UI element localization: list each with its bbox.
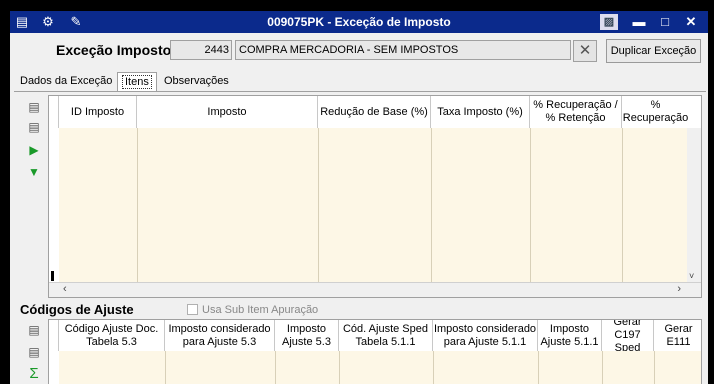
maximize-button[interactable]: □: [656, 14, 674, 30]
codigos-ajuste-title: Códigos de Ajuste: [20, 302, 134, 317]
column-header[interactable]: Cód. Ajuste Sped Tabela 5.1.1: [339, 320, 433, 351]
tab-dados-excecao[interactable]: Dados da Exceção: [16, 72, 116, 92]
clear-button[interactable]: ✕: [573, 40, 597, 62]
column-header[interactable]: Gerar C197 Sped: [602, 320, 654, 354]
usa-sub-item-label: Usa Sub Item Apuração: [202, 304, 319, 316]
excecao-imposto-label: Exceção Imposto: [56, 42, 172, 58]
column-header[interactable]: Imposto: [137, 96, 318, 128]
minimize-button[interactable]: ▬: [630, 14, 648, 30]
tab-itens-label: Itens: [122, 75, 152, 89]
column-header[interactable]: Taxa Imposto (%): [431, 96, 530, 128]
horizontal-scrollbar[interactable]: ‹ ›: [49, 282, 701, 297]
column-header[interactable]: ID Imposto: [59, 96, 137, 128]
add-row-icon[interactable]: ▤: [26, 99, 42, 115]
remove-row-icon[interactable]: ▤: [26, 344, 42, 360]
column-header[interactable]: % Recuperação: [622, 96, 689, 128]
tab-divider: [14, 91, 706, 92]
column-header[interactable]: Redução de Base (%): [318, 96, 431, 128]
download-icon[interactable]: ▼: [26, 164, 42, 180]
duplicate-button[interactable]: Duplicar Exceção: [606, 39, 701, 63]
close-icon: ✕: [578, 42, 592, 59]
scroll-left-icon[interactable]: ‹: [63, 283, 67, 295]
remove-row-icon[interactable]: ▤: [26, 119, 42, 135]
column-header[interactable]: Código Ajuste Doc. Tabela 5.3: [59, 320, 165, 351]
row-header-corner: [49, 96, 59, 128]
title-bar: ▤ ⚙ ✎ 009075PK - Exceção de Imposto ▨ ▬ …: [10, 11, 708, 33]
screen-border: [0, 0, 10, 384]
export-icon[interactable]: ▶: [26, 142, 42, 158]
ajuste-grid-body[interactable]: [59, 351, 701, 384]
column-header[interactable]: % Recuperação / % Retenção: [530, 96, 622, 128]
excecao-description-field[interactable]: COMPRA MERCADORIA - SEM IMPOSTOS: [235, 40, 571, 60]
ajuste-grid[interactable]: Código Ajuste Doc. Tabela 5.3 Imposto co…: [48, 319, 702, 384]
column-header[interactable]: Imposto considerado para Ajuste 5.3: [165, 320, 275, 351]
add-row-icon[interactable]: ▤: [26, 322, 42, 338]
scroll-down-icon[interactable]: ˅: [689, 271, 694, 281]
column-header[interactable]: Imposto Ajuste 5.1.1: [538, 320, 602, 351]
vertical-scrollbar[interactable]: ˅: [687, 128, 701, 283]
items-grid-header: ID Imposto Imposto Redução de Base (%) T…: [49, 96, 701, 129]
tab-itens[interactable]: Itens: [117, 72, 157, 92]
scroll-right-icon[interactable]: ›: [677, 283, 681, 295]
ajuste-grid-header: Código Ajuste Doc. Tabela 5.3 Imposto co…: [49, 320, 701, 354]
items-grid[interactable]: ID Imposto Imposto Redução de Base (%) T…: [48, 95, 702, 298]
screen-border: [708, 0, 714, 384]
screen-border: [0, 0, 714, 11]
column-header[interactable]: Imposto considerado para Ajuste 5.1.1: [433, 320, 538, 351]
close-button[interactable]: ✕: [682, 14, 700, 30]
picture-icon[interactable]: ▨: [600, 14, 618, 30]
usa-sub-item-checkbox[interactable]: [187, 304, 198, 315]
sum-icon[interactable]: Σ: [26, 366, 42, 382]
column-header[interactable]: Imposto Ajuste 5.3: [275, 320, 339, 351]
column-header[interactable]: Gerar E111: [654, 320, 701, 351]
items-grid-body[interactable]: [59, 128, 687, 283]
tab-observacoes[interactable]: Observações: [160, 72, 233, 92]
window: ▤ ⚙ ✎ 009075PK - Exceção de Imposto ▨ ▬ …: [0, 0, 714, 384]
row-header-corner: [49, 320, 59, 351]
excecao-code-field[interactable]: 2443: [170, 40, 232, 60]
